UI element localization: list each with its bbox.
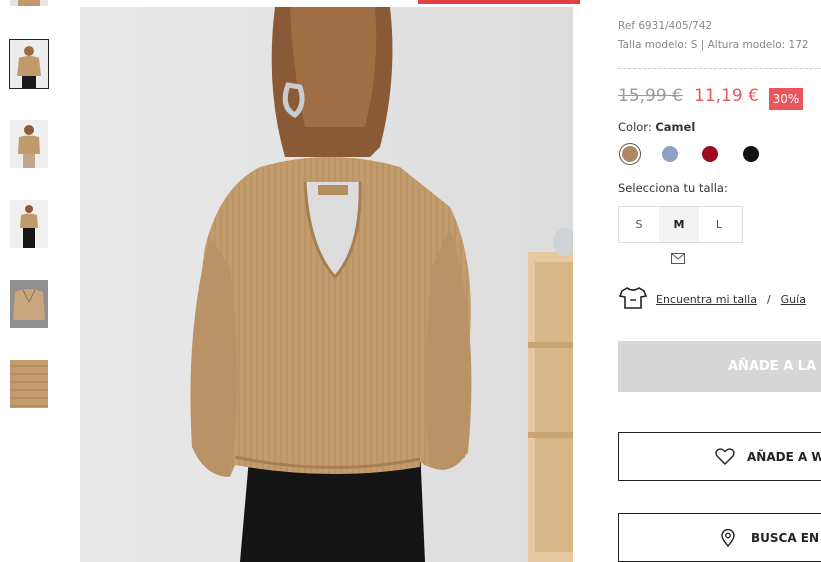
color-label-prefix: Color: xyxy=(618,120,656,134)
product-info-panel: Ref 6931/405/742 Talla modelo: S | Altur… xyxy=(618,0,821,562)
discount-badge: 30% xyxy=(769,88,803,110)
top-tab-indicator xyxy=(418,0,580,4)
find-in-store-button[interactable]: BUSCA EN T xyxy=(618,513,821,562)
color-swatch-black[interactable] xyxy=(743,146,759,162)
link-separator: / xyxy=(766,293,771,306)
wishlist-label: AÑADE A WI xyxy=(747,449,821,464)
color-swatch-blue[interactable] xyxy=(662,146,678,162)
color-swatch-red[interactable] xyxy=(702,146,718,162)
location-pin-icon xyxy=(721,528,735,547)
size-option-l[interactable]: L xyxy=(699,207,739,242)
sale-price: 11,19 € xyxy=(694,86,759,106)
color-label: Color: Camel xyxy=(618,120,695,134)
selected-color-name: Camel xyxy=(655,120,696,134)
thumbnail-0[interactable] xyxy=(10,0,48,6)
color-swatch-camel[interactable] xyxy=(622,146,638,162)
thumbnail-3[interactable] xyxy=(10,200,48,248)
thumbnail-2[interactable] xyxy=(10,120,48,168)
size-guide-link[interactable]: Guía xyxy=(781,293,806,306)
product-reference: Ref 6931/405/742 xyxy=(618,20,713,32)
add-to-cart-button[interactable]: AÑADE A LA C xyxy=(618,341,821,392)
size-option-m[interactable]: M xyxy=(659,207,699,242)
size-selector: S M L xyxy=(618,206,743,243)
thumbnail-1[interactable] xyxy=(9,39,49,89)
size-label: Selecciona tu talla: xyxy=(618,181,728,195)
find-in-store-label: BUSCA EN T xyxy=(751,530,821,545)
product-main-image xyxy=(80,7,573,562)
thumbnail-5[interactable] xyxy=(10,360,48,408)
heart-icon xyxy=(715,448,735,465)
find-my-size-link[interactable]: Encuentra mi talla xyxy=(656,293,757,306)
model-info: Talla modelo: S | Altura modelo: 172 xyxy=(618,39,809,51)
thumbnail-4[interactable] xyxy=(10,280,48,328)
original-price: 15,99 € xyxy=(618,86,683,106)
size-option-s[interactable]: S xyxy=(619,207,659,242)
tshirt-icon xyxy=(618,285,648,314)
fit-links: Encuentra mi talla / Guía xyxy=(618,285,806,314)
add-to-wishlist-button[interactable]: AÑADE A WI xyxy=(618,432,821,481)
mail-icon[interactable] xyxy=(671,249,685,268)
divider xyxy=(618,68,821,69)
